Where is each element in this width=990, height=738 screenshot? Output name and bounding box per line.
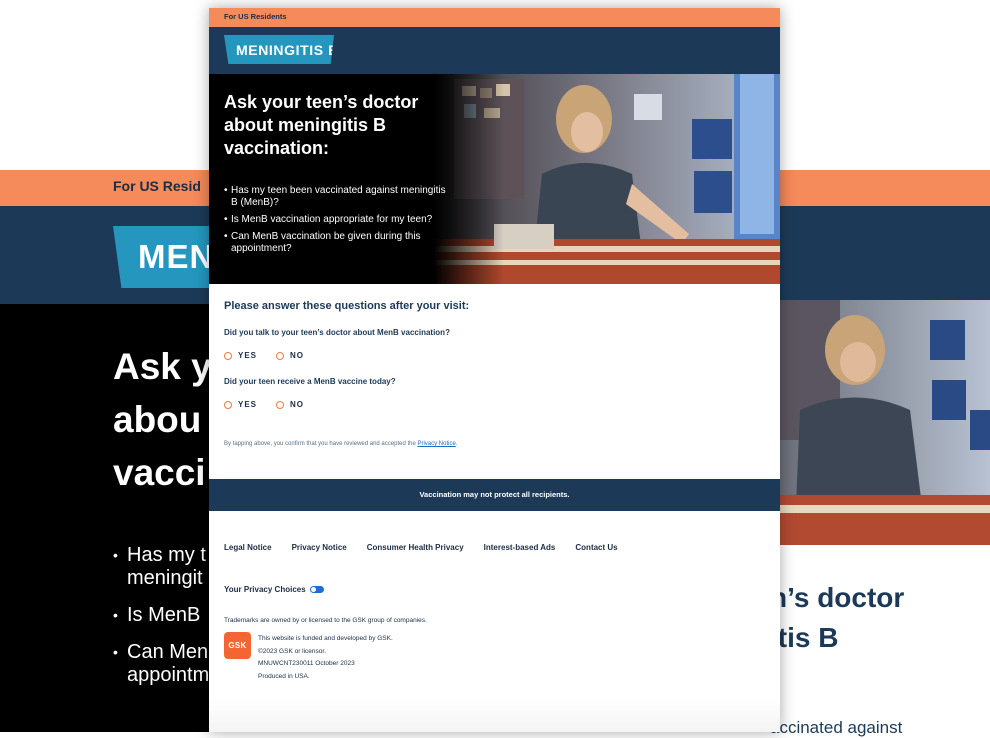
bg-bullet: Can Menappointm: [113, 641, 210, 687]
vaccination-notice: Vaccination may not protect all recipien…: [419, 490, 570, 499]
q1-yes-radio[interactable]: YES: [224, 351, 257, 360]
question-item: Can MenB vaccination be given during thi…: [224, 231, 454, 255]
gsk-logo-text: GSK: [228, 641, 247, 650]
logo-text: MENINGITIS B: [236, 42, 339, 58]
radio-circle-icon: [276, 351, 284, 360]
privacy-notice-footer-link[interactable]: Privacy Notice: [292, 543, 347, 552]
fine-print-line: MNUWCNT230011 October 2023: [258, 660, 355, 667]
footer-links: Legal Notice Privacy Notice Consumer Hea…: [224, 543, 638, 552]
yes-label: YES: [238, 400, 258, 409]
gsk-logo: GSK: [224, 632, 251, 659]
top-bar: For US Residents: [209, 8, 780, 27]
bg-right-text: accinated against: [770, 718, 903, 737]
bottom-fade: [209, 698, 780, 732]
radio-circle-icon: [224, 400, 232, 409]
yes-label: YES: [238, 351, 258, 360]
bg-bullets: Has my tmeningit Is MenB Can Menappointm: [113, 544, 210, 701]
vaccination-notice-bar: Vaccination may not protect all recipien…: [209, 479, 780, 511]
legal-notice-link[interactable]: Legal Notice: [224, 543, 272, 552]
survey-title: Please answer these questions after your…: [224, 300, 470, 312]
question-item: Has my teen been vaccinated against meni…: [224, 185, 454, 209]
hero-headline: Ask your teen’s doctor about meningitis …: [224, 92, 419, 158]
no-label: NO: [290, 351, 304, 360]
question-list: Has my teen been vaccinated against meni…: [224, 185, 454, 260]
survey-question-2: Did your teen receive a MenB vaccine tod…: [224, 377, 396, 386]
q2-yes-radio[interactable]: YES: [224, 400, 257, 409]
question-item: Is MenB vaccination appropriate for my t…: [224, 214, 454, 226]
interest-based-ads-link[interactable]: Interest-based Ads: [484, 543, 556, 552]
bg-right-heading: n’s doctor itis B: [770, 582, 905, 653]
consumer-health-privacy-link[interactable]: Consumer Health Privacy: [367, 543, 464, 552]
privacy-choices-label: Your Privacy Choices: [224, 585, 306, 594]
q1-no-radio[interactable]: NO: [276, 351, 304, 360]
no-label: NO: [290, 400, 304, 409]
contact-us-link[interactable]: Contact Us: [575, 543, 617, 552]
fine-print-line: Produced in USA.: [258, 672, 310, 680]
hero: Ask your teen’s doctor about meningitis …: [209, 74, 780, 284]
privacy-notice-link[interactable]: Privacy Notice: [417, 441, 455, 447]
radio-circle-icon: [276, 400, 284, 409]
trademark-text: Trademarks are owned by or licensed to t…: [224, 617, 427, 624]
privacy-choices-link[interactable]: Your Privacy Choices: [224, 585, 324, 594]
radio-circle-icon: [224, 351, 232, 360]
meningitis-b-logo[interactable]: MENINGITIS B: [224, 35, 334, 64]
consent-text: By tapping above, you confirm that you h…: [224, 441, 458, 447]
privacy-toggle-icon: [309, 586, 324, 593]
email-card: For US Residents MENINGITIS B Ask your t…: [209, 8, 780, 732]
fine-print: This website is funded and developed by …: [258, 633, 393, 683]
bg-bullet: Has my tmeningit: [113, 544, 210, 590]
us-residents-label: For US Residents: [224, 12, 287, 21]
fine-print-line: ©2023 GSK or licensor.: [258, 647, 327, 655]
bg-teen-photo: [780, 300, 990, 545]
survey-question-1: Did you talk to your teen’s doctor about…: [224, 328, 450, 337]
bg-top-bar-text: For US Resid: [113, 178, 201, 194]
q2-no-radio[interactable]: NO: [276, 400, 304, 409]
fine-print-line: This website is funded and developed by …: [258, 635, 393, 642]
bg-bullet: Is MenB: [113, 604, 210, 627]
